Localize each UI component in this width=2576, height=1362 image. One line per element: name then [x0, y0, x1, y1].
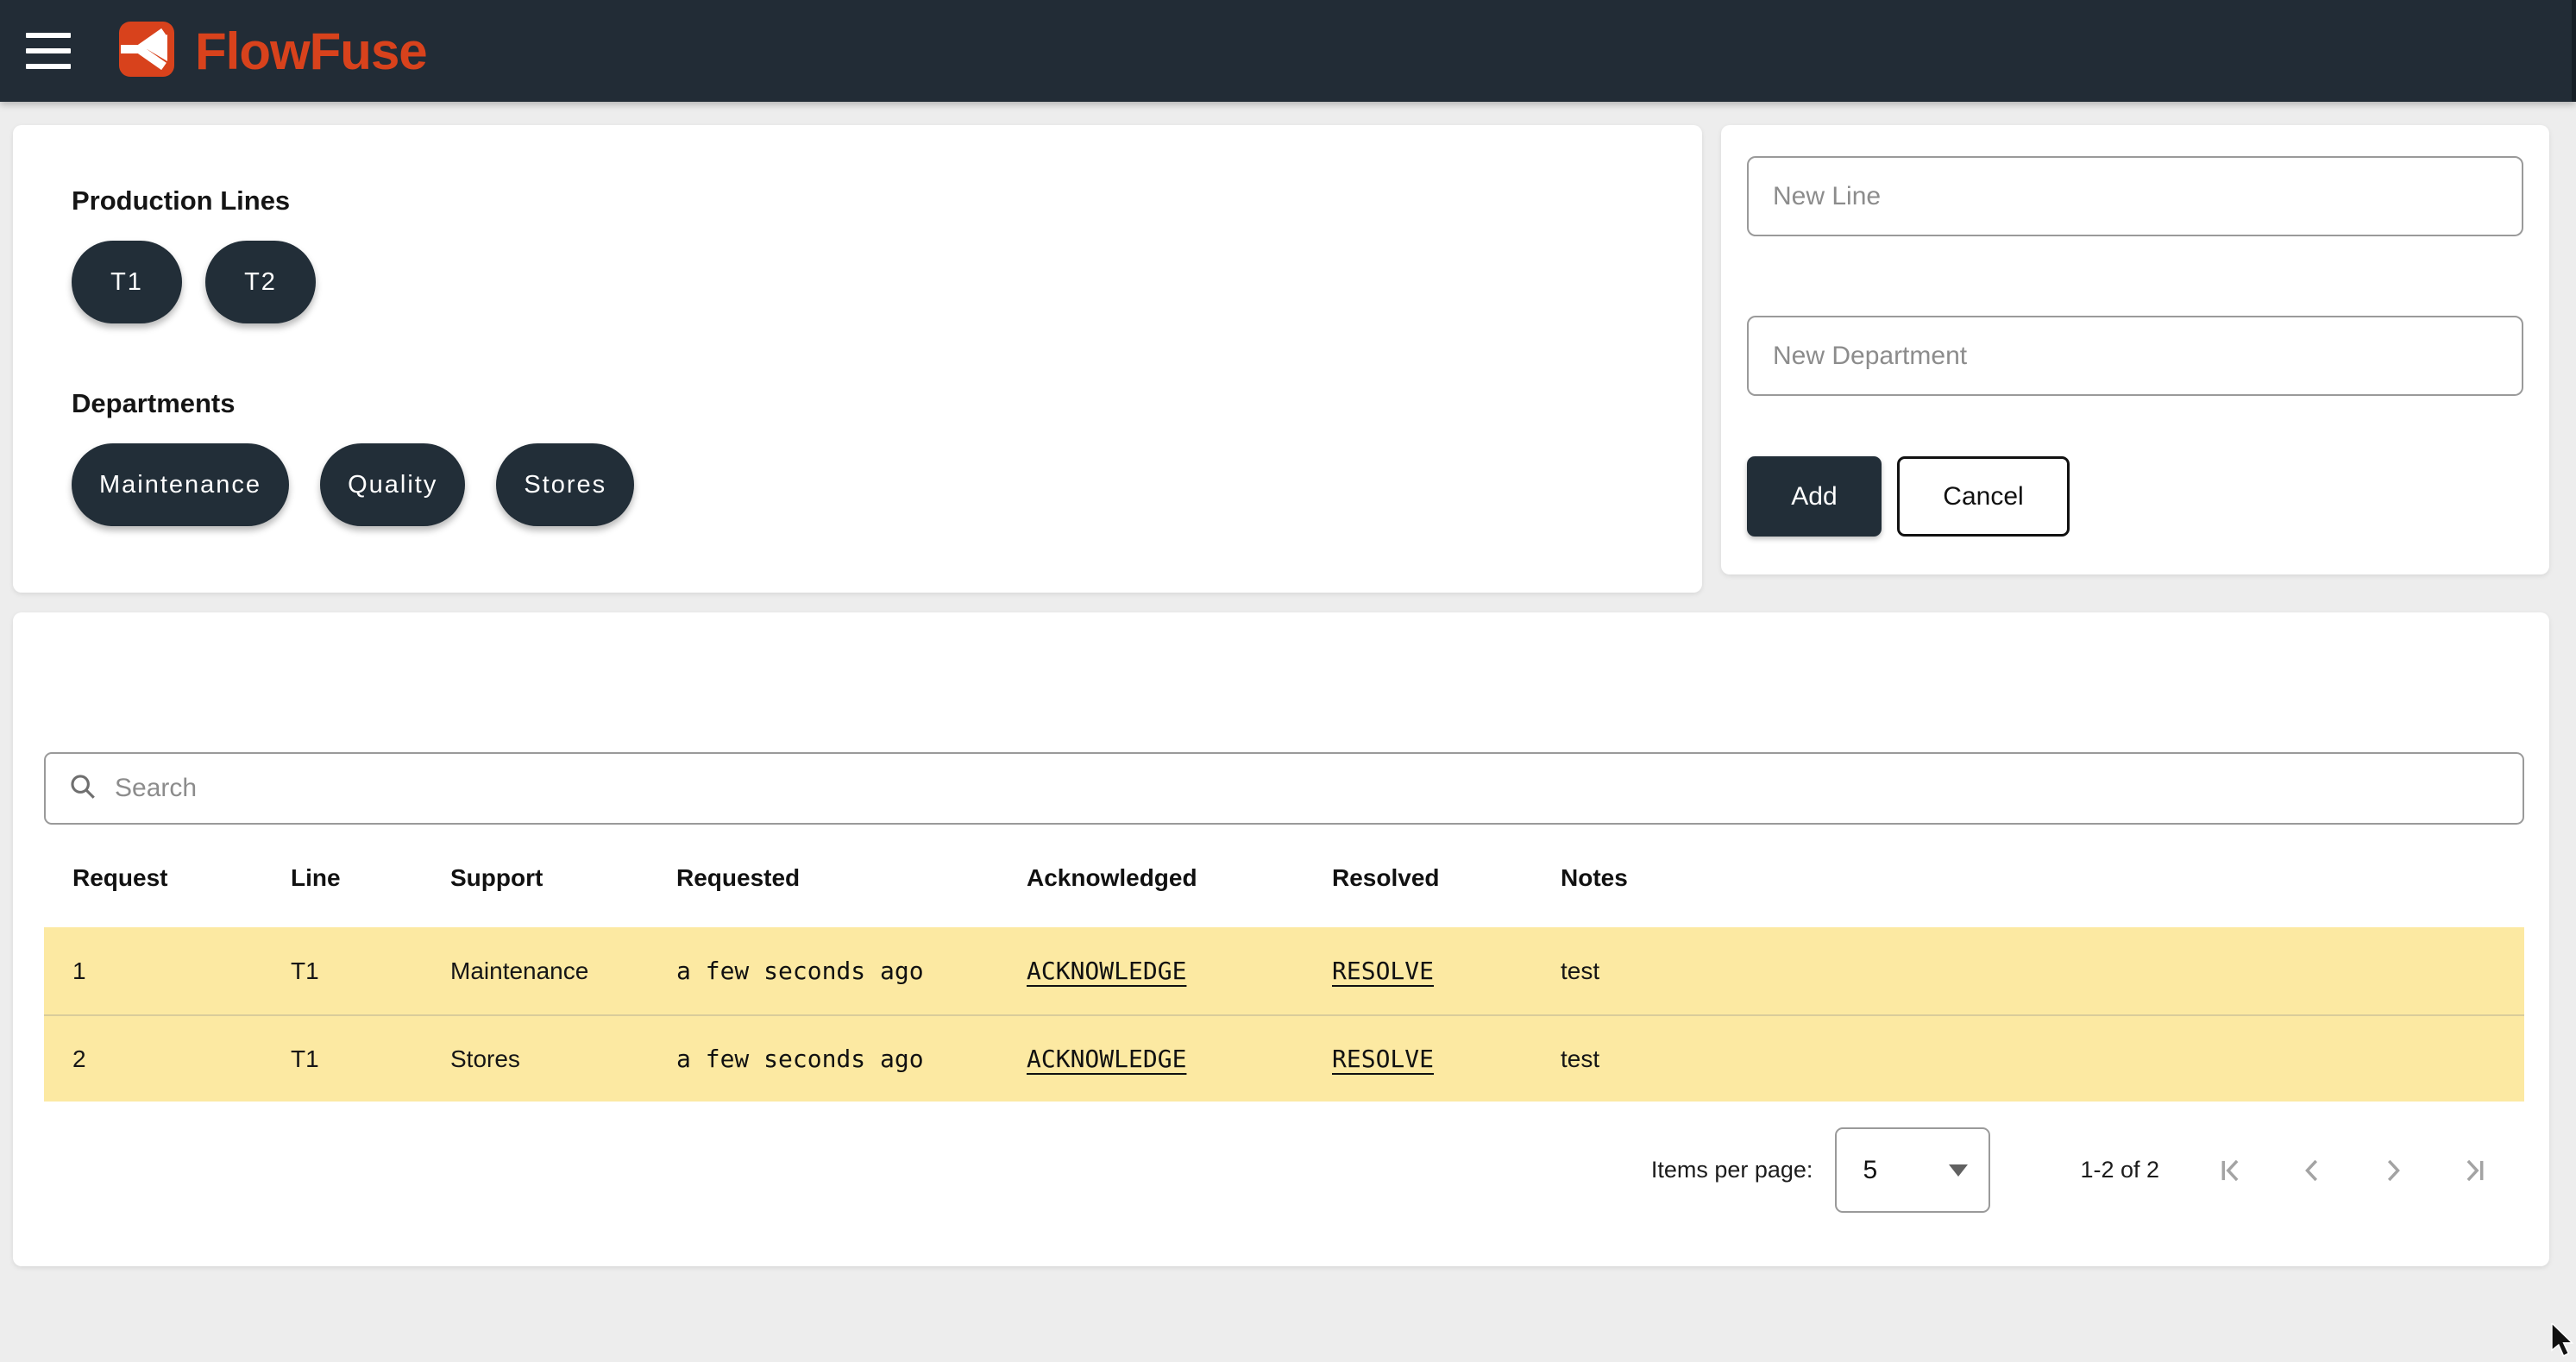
cell-line: T1 [291, 1045, 450, 1073]
items-per-page-select[interactable]: 5 [1835, 1127, 1990, 1213]
resolve-link[interactable]: RESOLVE [1332, 957, 1434, 985]
cell-request: 1 [72, 957, 291, 985]
filters-card: Production Lines T1 T2 Departments Maint… [13, 125, 1702, 593]
col-header-requested: Requested [676, 864, 1027, 892]
table-body: 1 T1 Maintenance a few seconds ago ACKNO… [44, 927, 2524, 1102]
pager-icons [2215, 1154, 2491, 1187]
cell-line: T1 [291, 957, 450, 985]
cell-support: Stores [450, 1045, 676, 1073]
mouse-cursor [2550, 1323, 2576, 1362]
chip-dept-quality[interactable]: Quality [320, 443, 465, 526]
departments-chips: Maintenance Quality Stores [72, 443, 1702, 526]
col-header-notes: Notes [1561, 864, 2524, 892]
app-navbar: FlowFuse [0, 0, 2576, 102]
col-header-acknowledged: Acknowledged [1027, 864, 1332, 892]
new-line-input[interactable] [1747, 156, 2523, 236]
col-header-line: Line [291, 864, 450, 892]
brand-name: FlowFuse [195, 22, 427, 81]
requests-table-card: Request Line Support Requested Acknowled… [13, 612, 2549, 1266]
search-field[interactable] [44, 752, 2524, 825]
search-input[interactable] [115, 774, 2500, 803]
items-per-page-value: 5 [1863, 1156, 1949, 1185]
top-row: Production Lines T1 T2 Departments Maint… [13, 125, 2549, 593]
first-page-icon[interactable] [2215, 1154, 2247, 1187]
cell-notes: test [1561, 1045, 2524, 1073]
cancel-button[interactable]: Cancel [1897, 456, 2070, 537]
caret-down-icon [1949, 1164, 1968, 1177]
table-pagination: Items per page: 5 1-2 of 2 [13, 1127, 2491, 1213]
table-header-row: Request Line Support Requested Acknowled… [44, 845, 2524, 911]
col-header-support: Support [450, 864, 676, 892]
next-page-icon[interactable] [2377, 1154, 2410, 1187]
cell-request: 2 [72, 1045, 291, 1073]
production-lines-chips: T1 T2 [72, 241, 1702, 323]
departments-title: Departments [72, 388, 1702, 419]
cell-notes: test [1561, 957, 2524, 985]
new-department-input[interactable] [1747, 316, 2523, 396]
items-per-page-label: Items per page: [1651, 1157, 1813, 1183]
acknowledge-link[interactable]: ACKNOWLEDGE [1027, 957, 1186, 985]
production-lines-title: Production Lines [72, 185, 1702, 217]
scrollbar-gutter [2572, 0, 2576, 102]
col-header-resolved: Resolved [1332, 864, 1561, 892]
flowfuse-logo-icon [117, 22, 176, 81]
last-page-icon[interactable] [2458, 1154, 2491, 1187]
menu-icon[interactable] [26, 33, 71, 69]
chip-line-t1[interactable]: T1 [72, 241, 182, 323]
acknowledge-link[interactable]: ACKNOWLEDGE [1027, 1045, 1186, 1073]
chip-dept-stores[interactable]: Stores [496, 443, 634, 526]
table-row: 1 T1 Maintenance a few seconds ago ACKNO… [44, 927, 2524, 1014]
cell-requested: a few seconds ago [676, 1045, 1027, 1073]
search-icon [68, 772, 97, 806]
chip-line-t2[interactable]: T2 [205, 241, 316, 323]
table-row: 2 T1 Stores a few seconds ago ACKNOWLEDG… [44, 1014, 2524, 1102]
chip-dept-maintenance[interactable]: Maintenance [72, 443, 289, 526]
cell-support: Maintenance [450, 957, 676, 985]
requests-table: Request Line Support Requested Acknowled… [44, 845, 2524, 1102]
pagination-range: 1-2 of 2 [2080, 1157, 2159, 1183]
col-header-request: Request [72, 864, 291, 892]
resolve-link[interactable]: RESOLVE [1332, 1045, 1434, 1073]
form-buttons: Add Cancel [1747, 456, 2523, 537]
previous-page-icon[interactable] [2296, 1154, 2328, 1187]
brand-logo: FlowFuse [117, 22, 427, 81]
add-form-card: Add Cancel [1721, 125, 2549, 574]
add-button[interactable]: Add [1747, 456, 1882, 537]
cell-requested: a few seconds ago [676, 957, 1027, 985]
